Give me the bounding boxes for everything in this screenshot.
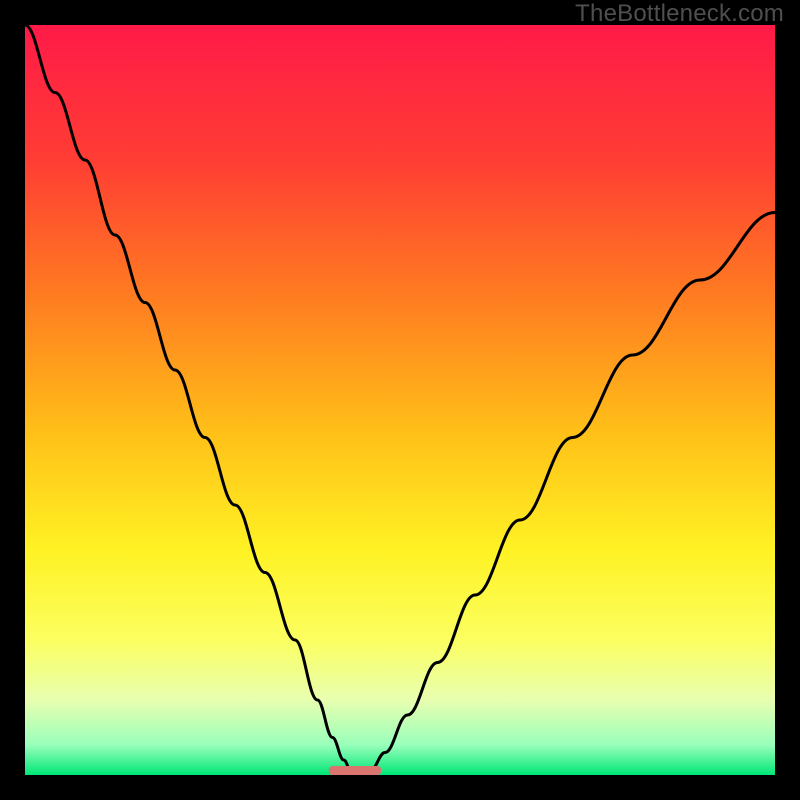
gradient-background	[25, 25, 775, 775]
watermark-text: TheBottleneck.com	[575, 0, 784, 28]
chart-frame: TheBottleneck.com	[0, 0, 800, 800]
plot-svg	[25, 25, 775, 775]
optimal-marker	[329, 766, 382, 775]
plot-area	[25, 25, 775, 775]
